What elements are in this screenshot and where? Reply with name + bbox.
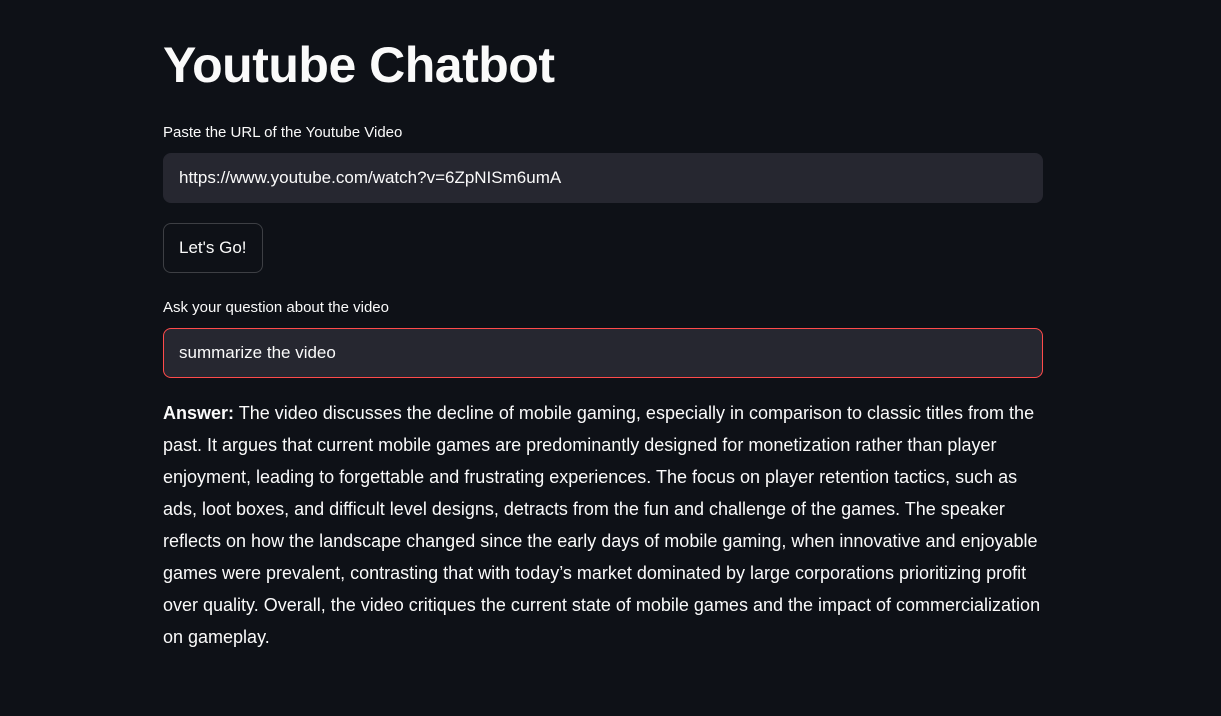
lets-go-button[interactable]: Let's Go! bbox=[163, 223, 263, 273]
answer-body: The video discusses the decline of mobil… bbox=[163, 403, 1041, 647]
url-field-label: Paste the URL of the Youtube Video bbox=[163, 124, 403, 141]
answer-prefix: Answer: bbox=[163, 403, 235, 423]
answer-text: Answer: The video discusses the decline … bbox=[163, 397, 1043, 653]
question-input[interactable] bbox=[163, 328, 1043, 378]
url-input[interactable] bbox=[163, 153, 1043, 203]
app-page: Youtube Chatbot Paste the URL of the You… bbox=[0, 0, 1221, 716]
question-field-label: Ask your question about the video bbox=[163, 299, 389, 316]
page-title: Youtube Chatbot bbox=[163, 37, 555, 93]
